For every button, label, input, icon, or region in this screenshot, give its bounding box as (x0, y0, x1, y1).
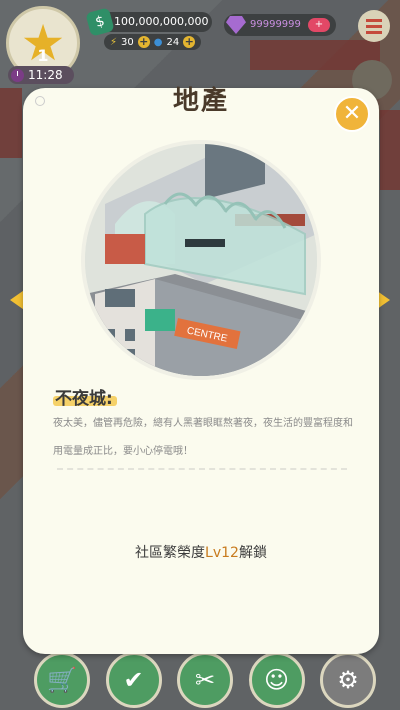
dialog-title: 地產 (172, 86, 229, 116)
add-gems-button[interactable]: + (308, 18, 330, 32)
settings-button[interactable]: ⚙ (320, 652, 376, 708)
unlock-level: Lv12 (205, 545, 239, 561)
water-value: 24 (166, 36, 180, 48)
unlock-requirement: 社區繁榮度Lv12解鎖 (23, 542, 379, 562)
money-value: 100,000,000,000 (114, 15, 209, 28)
build-tools-button[interactable]: ✂ (177, 652, 233, 708)
gem-icon (226, 16, 246, 34)
property-illustration: CENTRE (81, 140, 321, 380)
add-water-button[interactable]: + (183, 36, 196, 48)
property-description: 夜太美，儘管再危險，總有人黑著眼眶熬著夜，夜生活的豐富程度和用電量成正比，要小心… (53, 418, 353, 457)
add-energy-button[interactable]: + (137, 36, 150, 48)
unlock-suffix: 解鎖 (238, 545, 267, 561)
energy-value: 30 (121, 36, 134, 48)
divider (57, 468, 347, 470)
shop-cart-button[interactable]: 🛒 (34, 652, 90, 708)
bottom-nav: 🛒 ✔ ✂ ☺ ⚙ (34, 652, 376, 708)
menu-button[interactable] (358, 10, 390, 42)
star-icon: ★ 1 (18, 18, 68, 68)
nightlife-district-image: CENTRE (85, 144, 317, 376)
property-detail-dialog: 地產 ✕ CENTRE 不夜城: 夜太美，儘管再危險，總有人黑著眼眶熬著夜，夜生… (23, 86, 379, 654)
gem-counter: 99999999 + (224, 14, 336, 36)
money-counter: $ 100,000,000,000 (85, 7, 212, 37)
resource-bar: ⚡ 30 + ● 24 + (104, 34, 202, 50)
water-icon: ● (153, 36, 163, 48)
close-button[interactable]: ✕ (334, 96, 370, 132)
unlock-prefix: 社區繁榮度 (135, 545, 206, 561)
energy-icon: ⚡ (110, 36, 118, 48)
residents-button[interactable]: ☺ (248, 652, 305, 708)
property-heading: 不夜城: (55, 389, 113, 409)
gem-value: 99999999 (250, 19, 301, 30)
tasks-button[interactable]: ✔ (105, 652, 162, 708)
